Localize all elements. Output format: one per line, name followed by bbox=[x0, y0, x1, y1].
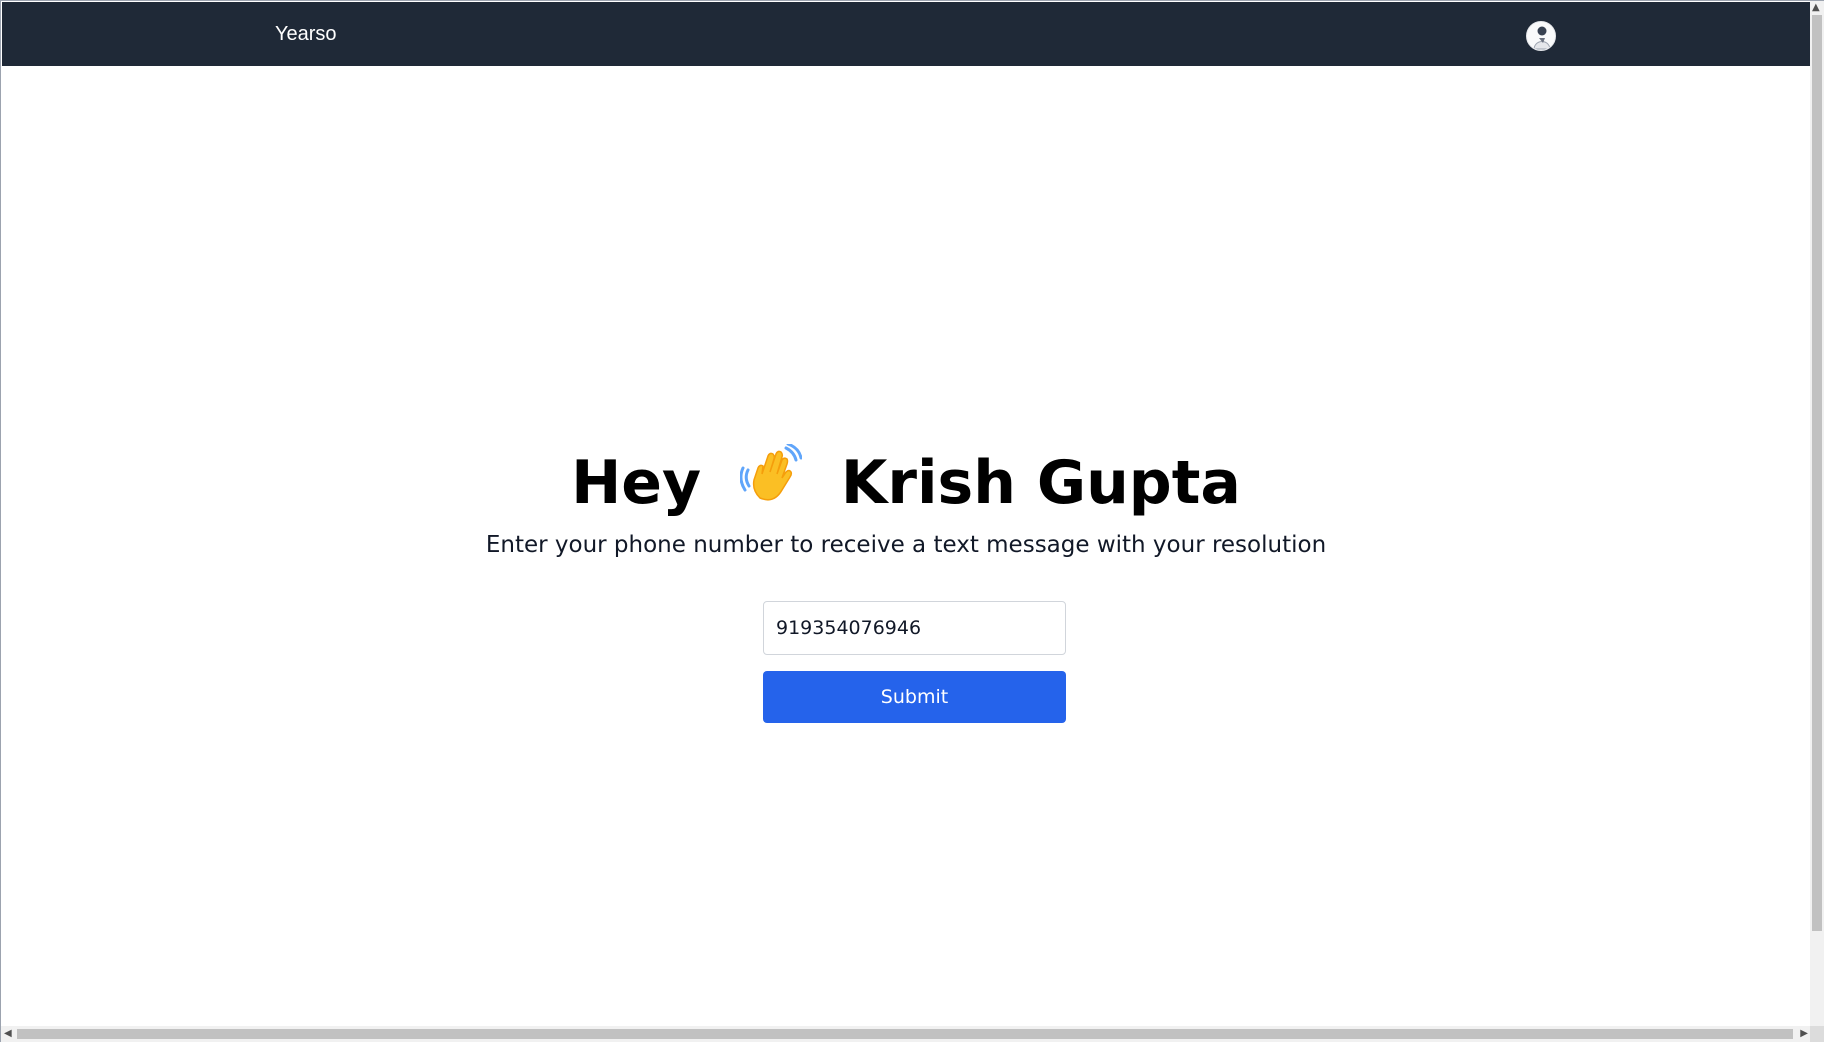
vertical-scroll-thumb[interactable] bbox=[1812, 15, 1822, 931]
top-navbar: Yearso bbox=[2, 2, 1810, 66]
scroll-up-arrow-icon[interactable]: ▲ bbox=[1812, 3, 1820, 13]
greeting-prefix: Hey bbox=[571, 448, 702, 518]
scrollbar-corner bbox=[1810, 1026, 1824, 1042]
scroll-left-arrow-icon[interactable]: ◀ bbox=[4, 1029, 12, 1039]
vertical-scrollbar[interactable]: ▲ bbox=[1810, 1, 1824, 1027]
horizontal-scroll-thumb[interactable] bbox=[17, 1029, 1793, 1039]
brand-link[interactable]: Yearso bbox=[275, 20, 337, 48]
browser-window: Yearso Hey Krish Gupta Enter your phone … bbox=[0, 0, 1824, 1042]
user-name: Krish Gupta bbox=[840, 448, 1241, 518]
avatar-image bbox=[1527, 22, 1555, 50]
waving-hand-icon bbox=[739, 442, 803, 528]
main-content: Hey Krish Gupta Enter your phone number … bbox=[1, 441, 1811, 562]
phone-form: Submit bbox=[763, 601, 1066, 723]
scroll-right-arrow-icon[interactable]: ▶ bbox=[1800, 1029, 1808, 1039]
horizontal-scrollbar[interactable]: ◀ ▶ bbox=[1, 1026, 1811, 1042]
user-avatar-icon[interactable] bbox=[1526, 21, 1556, 51]
greeting-heading: Hey Krish Gupta bbox=[1, 441, 1811, 528]
instruction-text: Enter your phone number to receive a tex… bbox=[485, 532, 1327, 559]
phone-number-input[interactable] bbox=[763, 601, 1066, 655]
submit-button[interactable]: Submit bbox=[763, 671, 1066, 723]
